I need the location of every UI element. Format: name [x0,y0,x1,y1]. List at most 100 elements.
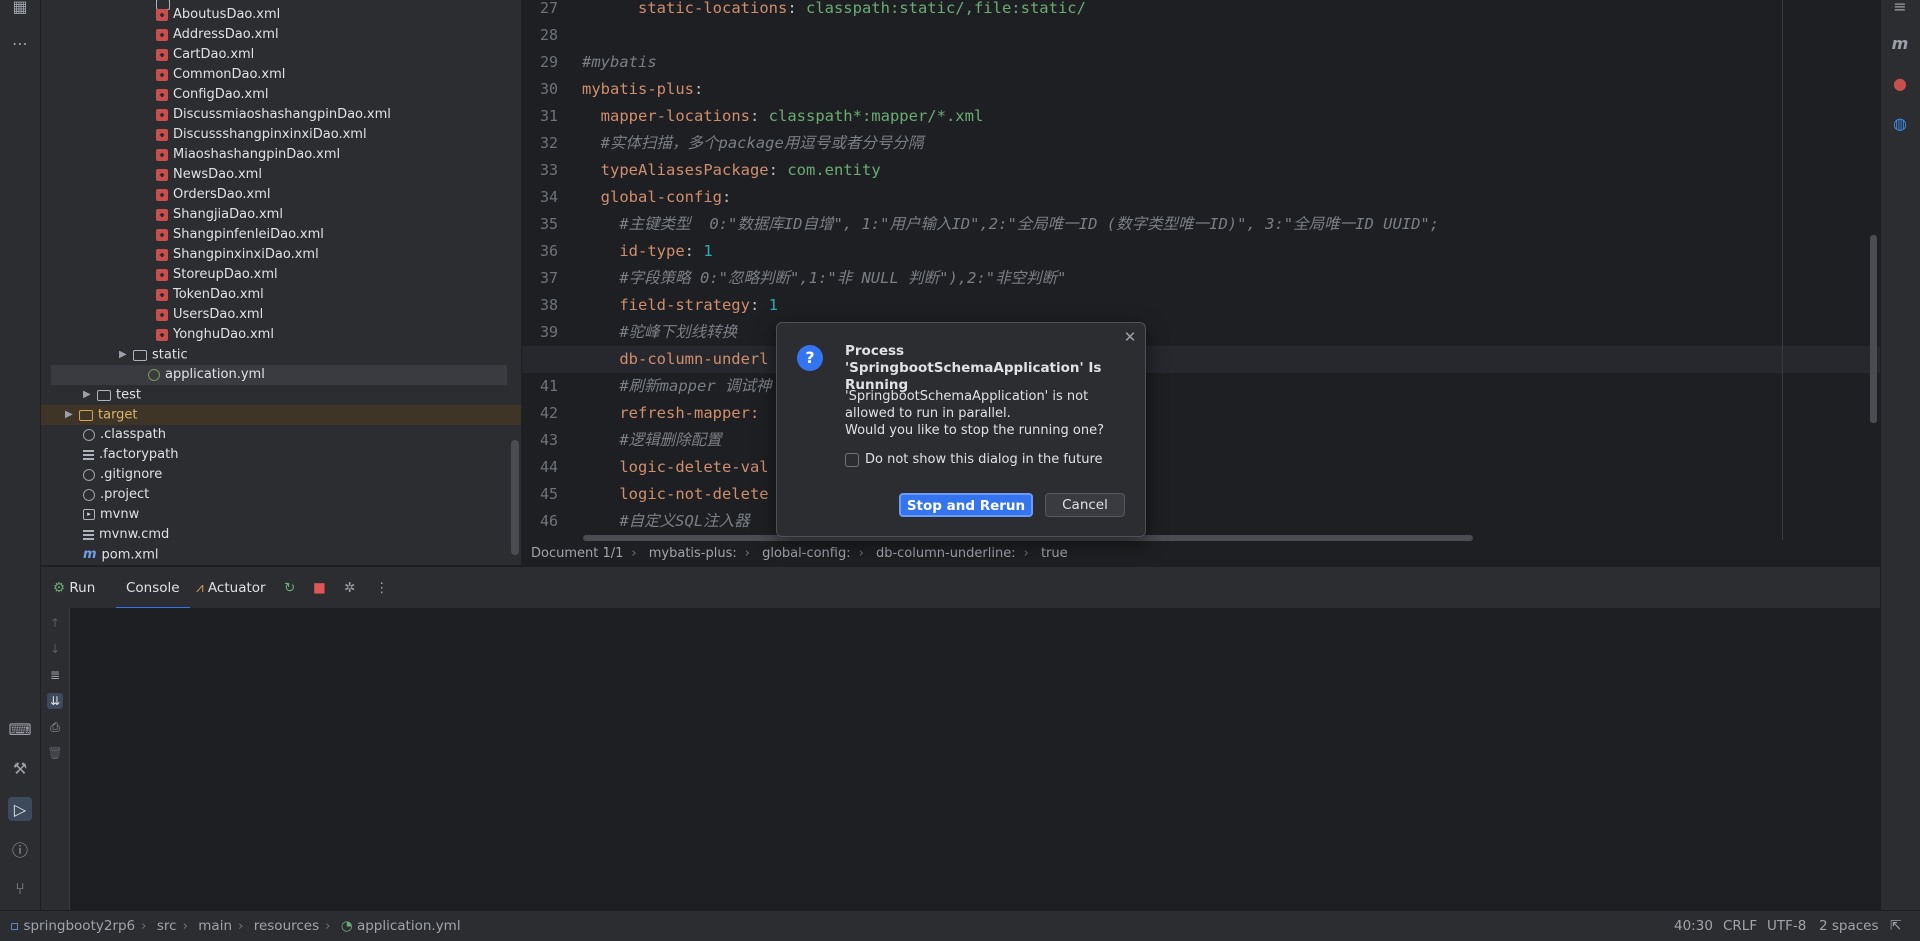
line-separator[interactable]: CRLF [1723,911,1757,941]
tree-file-xml[interactable]: ShangpinxinxiDao.xml [156,245,319,265]
eclipse-file-icon [83,488,95,501]
do-not-show-checkbox[interactable] [845,453,859,467]
actuator-tab[interactable]: ⩘ Actuator [196,567,266,609]
stop-and-rerun-button[interactable]: Stop and Rerun [899,493,1033,517]
more-tools-icon[interactable]: ⋯ [8,31,32,55]
tree-folder-static[interactable]: ▶ static [119,345,188,365]
tree-scrollbar[interactable] [511,440,519,555]
tree-file-application-yml[interactable]: application.yml [51,365,507,385]
tree-file-xml[interactable]: DiscussshangpinxinxiDao.xml [156,125,367,145]
editor-vertical-scrollbar[interactable] [1870,235,1877,423]
trash-icon[interactable]: 🗑 [47,745,63,761]
terminal-icon[interactable]: ⌨ [8,717,32,741]
checkbox-label[interactable]: Do not show this dialog in the future [865,452,1103,468]
tree-file-xml[interactable]: ShangjiaDao.xml [156,205,283,225]
tree-file-factorypath[interactable]: .factorypath [83,445,178,465]
more-options-icon[interactable]: ⋮ [375,567,389,609]
actuator-tab-label: Actuator [207,580,266,596]
tree-file-classpath[interactable]: .classpath [83,425,166,445]
cursor-position[interactable]: 40:30 [1674,911,1713,941]
xml-file-icon [156,308,168,321]
tree-file-xml[interactable]: ConfigDao.xml [156,85,269,105]
tree-file-xml[interactable]: DiscussmiaoshashangpinDao.xml [156,105,391,125]
breadcrumb-item[interactable]: global-config: [762,546,851,561]
soft-wrap-icon[interactable]: ≣ [47,667,63,683]
console-output[interactable] [41,608,1880,910]
yaml-key: global-config [600,188,722,206]
tree-file-xml[interactable]: AboutusDao.xml [156,5,280,25]
maven-icon[interactable]: m [1888,31,1912,55]
problems-icon[interactable]: ⓘ [8,837,32,861]
chevron-right-icon: ▶ [119,349,127,360]
shell-file-icon: ▸ [83,509,95,520]
tree-file-xml[interactable]: TokenDao.xml [156,285,264,305]
indent-setting[interactable]: 2 spaces [1819,911,1879,941]
run-tab[interactable]: ⚙ Run [53,567,95,609]
tree-file-project[interactable]: .project [83,485,149,505]
question-icon: ? [797,345,823,371]
breadcrumb-document[interactable]: Document 1/1 [531,546,623,561]
yaml-key: db-column-underl [619,350,769,368]
status-path-item[interactable]: resources [254,918,319,934]
text-file-icon [83,529,94,540]
status-path-item[interactable]: springbooty2rp6 [23,918,135,934]
line-number: 32 [539,134,558,152]
tree-file-xml[interactable]: CommonDao.xml [156,65,285,85]
tree-file-xml[interactable]: YonghuDao.xml [156,325,274,345]
mybatis-icon[interactable]: ● [1888,71,1912,95]
tree-file-mvnw[interactable]: ▸ mvnw [83,505,139,525]
status-bar: ▫ springbooty2rp6 › src › main › resources ›… [0,910,1920,941]
tree-file-xml[interactable]: ShangpinfenleiDao.xml [156,225,324,245]
tree-item-label: NewsDao.xml [173,167,262,182]
print-icon[interactable]: ⎙ [47,719,63,735]
structure-icon[interactable]: ▦ [8,0,32,18]
tree-file-xml[interactable]: UsersDao.xml [156,305,263,325]
xml-file-icon [156,148,168,161]
console-tab[interactable]: Console [116,567,190,609]
tree-file-xml[interactable]: CartDao.xml [156,45,254,65]
yaml-comment: #逻辑删除配置 [619,431,722,449]
run-tool-icon[interactable]: ▷ [8,797,32,821]
scroll-to-end-icon[interactable]: ⇊ [47,693,63,709]
tree-folder-test[interactable]: ▶ test [83,385,141,405]
tree-file-xml[interactable]: MiaoshashangpinDao.xml [156,145,340,165]
network-icon[interactable]: ◍ [1888,111,1912,135]
arrow-up-icon[interactable]: ↑ [47,615,63,631]
tree-file-mvnw-cmd[interactable]: mvnw.cmd [83,525,169,545]
breadcrumb-item[interactable]: db-column-underline: [876,546,1016,561]
xml-file-icon [156,188,168,201]
tree-file-xml[interactable]: NewsDao.xml [156,165,262,185]
tree-item-label: CartDao.xml [173,47,255,62]
database-icon[interactable]: ≡ [1888,0,1912,18]
breadcrumb-item[interactable]: true [1041,546,1068,561]
status-path-item[interactable]: main [198,918,232,934]
lock-icon[interactable]: ⇱ [1890,911,1901,941]
tree-item-label: AboutusDao.xml [173,7,281,22]
tree-folder-target[interactable]: ▶ target [41,405,521,425]
git-icon[interactable]: ⑂ [8,876,32,900]
tree-file-xml[interactable]: StoreupDao.xml [156,265,278,285]
tree-item-label: OrdersDao.xml [173,187,271,202]
debug-settings-icon[interactable]: ✲ [344,567,355,609]
tree-file-gitignore[interactable]: .gitignore [83,465,162,485]
tree-file-xml[interactable]: AddressDao.xml [156,25,279,45]
line-number: 33 [539,161,558,179]
status-path-item[interactable]: src [157,918,177,934]
xml-file-icon [156,108,168,121]
file-encoding[interactable]: UTF-8 [1767,911,1806,941]
yaml-comment: #自定义SQL注入器 [619,512,750,530]
tree-file-pom[interactable]: m pom.xml [83,545,159,565]
rerun-icon[interactable]: ↻ [284,567,295,609]
tree-file-xml[interactable]: OrdersDao.xml [156,185,271,205]
arrow-down-icon[interactable]: ↓ [47,641,63,657]
breadcrumb-item[interactable]: mybatis-plus: [649,546,737,561]
code-editor[interactable]: 2728293031323334353637383940414243444546… [522,0,1880,535]
breadcrumb: Document 1/1 › mybatis-plus: › global-conf… [531,546,1068,561]
build-icon[interactable]: ⚒ [8,756,32,780]
yaml-key: static-locations [638,0,788,17]
stop-icon[interactable]: ■ [313,567,326,609]
cancel-button[interactable]: Cancel [1045,493,1125,517]
status-path-item[interactable]: application.yml [357,918,461,934]
status-path: ▫ springbooty2rp6 › src › main › resources ›… [10,918,461,934]
tree-item-label: DiscussmiaoshashangpinDao.xml [173,107,391,122]
